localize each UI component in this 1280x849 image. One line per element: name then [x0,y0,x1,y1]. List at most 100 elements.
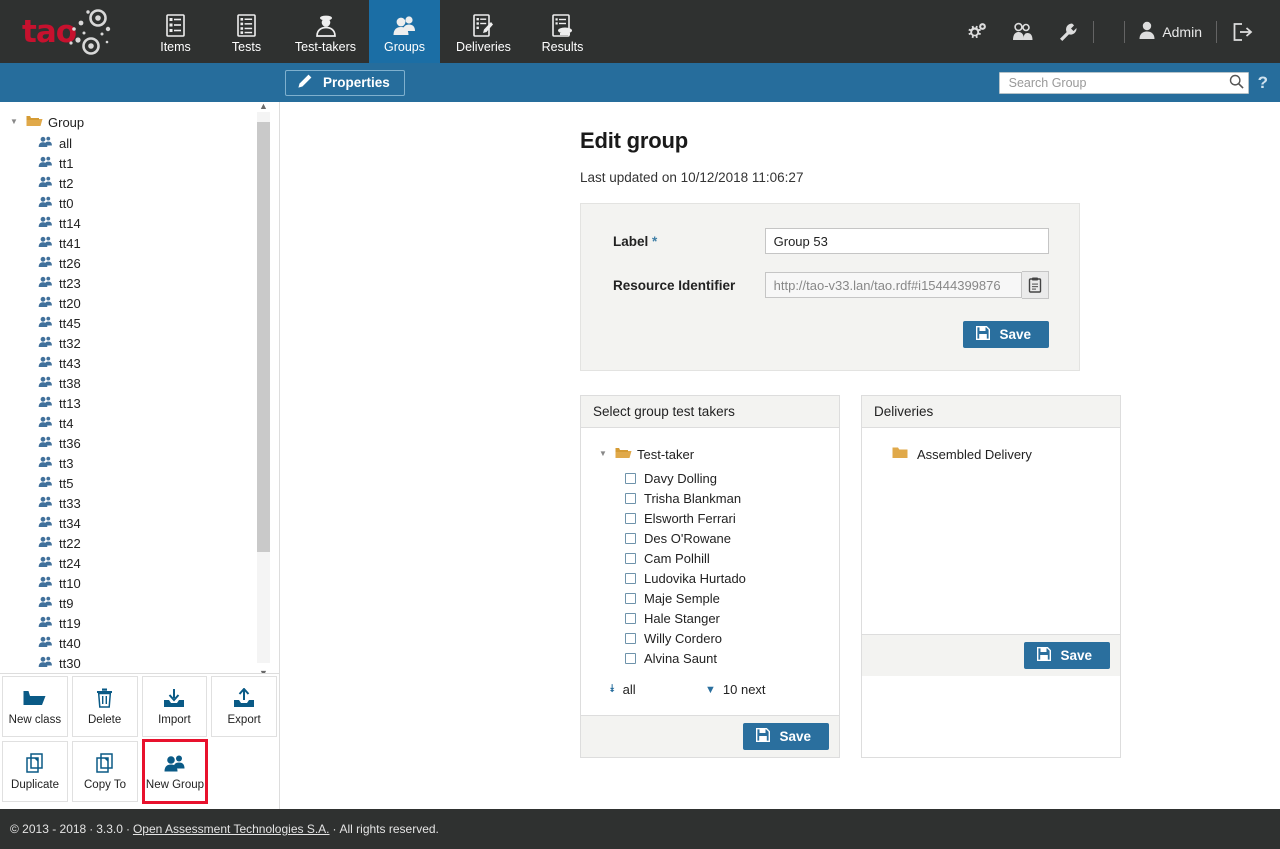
new-class-button[interactable]: New class [2,676,68,737]
tree-item-tt10[interactable]: tt10 [0,573,279,593]
search-help-icon[interactable]: ? [1258,73,1268,93]
scroll-up-arrow-icon[interactable]: ▲ [258,102,269,111]
test-taker-item[interactable]: Maje Semple [591,588,829,608]
tree-item-tt26[interactable]: tt26 [0,253,279,273]
test-taker-item[interactable]: Hale Stanger [591,608,829,628]
tree-item-tt43[interactable]: tt43 [0,353,279,373]
nav-label-results: Results [542,41,584,54]
tree-item-tt41[interactable]: tt41 [0,233,279,253]
export-button[interactable]: Export [211,676,277,737]
tree-item-tt4[interactable]: tt4 [0,413,279,433]
test-taker-checkbox[interactable] [625,653,636,664]
test-taker-item[interactable]: Willy Cordero [591,628,829,648]
group-people-icon [38,316,53,331]
tree-item-tt34[interactable]: tt34 [0,513,279,533]
load-all-button[interactable]: ⯯ all [609,682,705,697]
delete-button[interactable]: Delete [72,676,138,737]
logo-area[interactable]: tao [0,0,140,63]
tree-item-tt9[interactable]: tt9 [0,593,279,613]
copy-to-button[interactable]: Copy To [72,741,138,802]
nav-item-results[interactable]: Results [527,0,598,63]
search-input[interactable] [1007,75,1229,91]
scrollbar-track[interactable] [257,112,270,663]
nav-item-items[interactable]: Items [140,0,211,63]
nav-item-test-takers[interactable]: Test-takers [282,0,369,63]
new-group-button[interactable]: New Group [142,739,208,804]
tree-item-tt19[interactable]: tt19 [0,613,279,633]
wrench-icon[interactable] [1046,0,1090,63]
tree-root-group[interactable]: ▼ Group [0,111,279,133]
delivery-item[interactable]: Assembled Delivery [892,446,1120,462]
test-taker-item[interactable]: Trisha Blankman [591,488,829,508]
tree-item-tt45[interactable]: tt45 [0,313,279,333]
test-taker-checkbox[interactable] [625,613,636,624]
tree-item-tt14[interactable]: tt14 [0,213,279,233]
test-taker-item[interactable]: Alvina Saunt [591,648,829,668]
tree-item-tt0[interactable]: tt0 [0,193,279,213]
save-group-button[interactable]: Save [963,321,1049,348]
duplicate-button[interactable]: Duplicate [2,741,68,802]
user-menu[interactable]: Admin [1128,21,1213,43]
question-mark-icon[interactable] [1097,0,1121,63]
nav-item-groups[interactable]: Groups [369,0,440,63]
test-taker-checkbox[interactable] [625,513,636,524]
export-label: Export [228,714,261,726]
scrollbar-thumb[interactable] [257,122,270,552]
tree-item-tt30[interactable]: tt30 [0,653,279,673]
tree-item-tt2[interactable]: tt2 [0,173,279,193]
test-taker-checkbox[interactable] [625,593,636,604]
users-icon[interactable] [1000,0,1046,63]
group-people-icon [38,356,53,371]
test-taker-checkbox[interactable] [625,633,636,644]
resource-identifier-input[interactable] [765,272,1022,298]
tree-item-all[interactable]: all [0,133,279,153]
footer-sep-2: · [123,822,133,836]
test-taker-item[interactable]: Des O'Rowane [591,528,829,548]
properties-button[interactable]: Properties [285,70,405,96]
clipboard-copy-icon[interactable] [1022,271,1049,299]
tree-item-tt24[interactable]: tt24 [0,553,279,573]
test-taker-item[interactable]: Elsworth Ferrari [591,508,829,528]
footer-company-link[interactable]: Open Assessment Technologies S.A. [133,822,330,836]
tree-item-tt3[interactable]: tt3 [0,453,279,473]
test-taker-root-node[interactable]: ▼ Test-taker [591,442,829,468]
tree-item-tt33[interactable]: tt33 [0,493,279,513]
main-navigation: Items Tests Test-takers Groups Deliverie… [140,0,598,63]
test-taker-label: Cam Polhill [644,551,710,566]
tree-item-tt5[interactable]: tt5 [0,473,279,493]
tree-item-tt13[interactable]: tt13 [0,393,279,413]
label-input[interactable] [765,228,1049,254]
test-taker-item[interactable]: Davy Dolling [591,468,829,488]
test-taker-checkbox[interactable] [625,553,636,564]
tree-item-tt1[interactable]: tt1 [0,153,279,173]
nav-item-tests[interactable]: Tests [211,0,282,63]
tree-item-tt32[interactable]: tt32 [0,333,279,353]
tree-item-tt20[interactable]: tt20 [0,293,279,313]
scroll-down-arrow-icon[interactable]: ▼ [258,668,269,673]
test-taker-checkbox[interactable] [625,493,636,504]
save-test-takers-button[interactable]: Save [743,723,829,750]
magnifier-icon[interactable] [1229,74,1244,92]
tree-item-tt38[interactable]: tt38 [0,373,279,393]
tao-logo[interactable]: tao [22,9,114,55]
test-taker-checkbox[interactable] [625,533,636,544]
test-taker-item[interactable]: Cam Polhill [591,548,829,568]
tree-item-tt23[interactable]: tt23 [0,273,279,293]
tree-scrollbar[interactable]: ▲ ▼ [257,102,270,673]
logout-arrow-icon[interactable] [1220,0,1266,63]
search-box[interactable] [999,72,1249,94]
chevron-down-icon[interactable]: ▼ [599,450,610,458]
action-row-1: New class Delete Import [0,674,279,739]
tree-item-tt36[interactable]: tt36 [0,433,279,453]
gears-icon[interactable] [954,0,1000,63]
save-deliveries-button[interactable]: Save [1024,642,1110,669]
load-next-button[interactable]: ▼ 10 next [705,682,766,697]
test-taker-item[interactable]: Ludovika Hurtado [591,568,829,588]
tree-item-tt40[interactable]: tt40 [0,633,279,653]
test-taker-checkbox[interactable] [625,573,636,584]
import-button[interactable]: Import [142,676,208,737]
chevron-down-icon[interactable]: ▼ [10,118,21,126]
tree-item-tt22[interactable]: tt22 [0,533,279,553]
nav-item-deliveries[interactable]: Deliveries [440,0,527,63]
test-taker-checkbox[interactable] [625,473,636,484]
